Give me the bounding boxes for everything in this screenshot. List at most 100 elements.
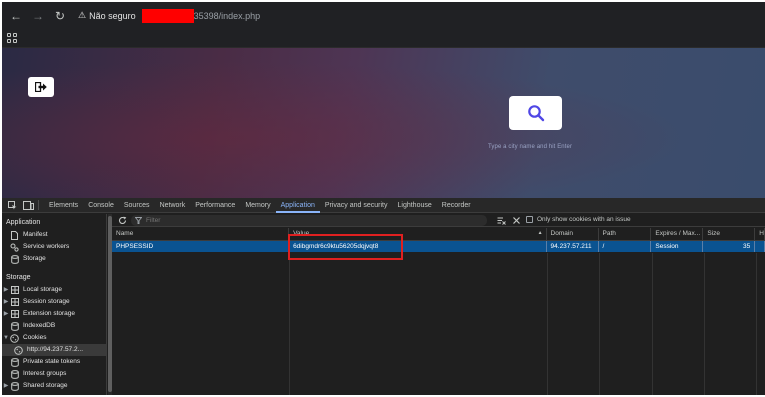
table-row[interactable]: PHPSESSID 6dibgmdr6c9ktu56205dqjvqt8 94.… xyxy=(112,240,765,252)
table-icon xyxy=(10,310,19,319)
column-name[interactable]: Name xyxy=(112,228,290,241)
reload-icon[interactable]: ↻ xyxy=(50,6,70,26)
expand-arrow-icon[interactable]: ▶ xyxy=(2,380,10,392)
column-divider xyxy=(756,253,757,395)
close-icon[interactable] xyxy=(511,215,521,226)
sidebar-item-cookies[interactable]: ▼ Cookies xyxy=(2,332,106,344)
filter-icon xyxy=(135,217,142,224)
tab-recorder[interactable]: Recorder xyxy=(437,198,476,213)
browser-window: ← → ↻ ⚠ Não seguro 35398/index.php Type … xyxy=(2,2,765,395)
sidebar-heading-application: Application xyxy=(6,219,41,226)
logout-button[interactable] xyxy=(28,77,54,97)
column-path[interactable]: Path xyxy=(598,228,652,241)
column-expires[interactable]: Expires / Max... xyxy=(650,228,704,241)
not-secure-label[interactable]: Não seguro xyxy=(89,11,136,21)
database-icon xyxy=(10,321,19,331)
sidebar-item-session-storage[interactable]: ▶ Session storage xyxy=(2,296,106,308)
sidebar-heading-storage: Storage xyxy=(6,274,31,281)
search-icon xyxy=(527,105,544,122)
database-icon xyxy=(10,357,19,367)
column-divider xyxy=(652,253,653,395)
cookie-expires[interactable]: Session xyxy=(650,240,704,252)
tab-separator xyxy=(38,200,39,210)
tab-privacy-security[interactable]: Privacy and security xyxy=(320,198,393,213)
tab-console[interactable]: Console xyxy=(83,198,119,213)
redacted-host xyxy=(141,8,194,23)
back-icon[interactable]: ← xyxy=(6,6,26,26)
sidebar-item-extension-storage[interactable]: ▶ Extension storage xyxy=(2,308,106,320)
sidebar-item-label: http://94.237.57.2... xyxy=(27,346,84,353)
sidebar-item-private-state-tokens[interactable]: Private state tokens xyxy=(2,356,106,368)
cookie-size[interactable]: 35 xyxy=(702,240,756,252)
sidebar-item-manifest[interactable]: Manifest xyxy=(2,229,106,241)
sidebar-item-local-storage[interactable]: ▶ Local storage xyxy=(2,284,106,296)
tab-elements[interactable]: Elements xyxy=(44,198,83,213)
column-divider xyxy=(704,253,705,395)
only-issues-label: Only show cookies with an issue xyxy=(537,216,631,223)
sidebar-item-indexeddb[interactable]: IndexedDB xyxy=(2,320,106,332)
file-icon xyxy=(10,230,19,240)
sidebar-item-shared-storage[interactable]: ▶ Shared storage xyxy=(2,380,106,392)
value-highlight-box xyxy=(288,234,403,260)
expand-arrow-icon[interactable]: ▶ xyxy=(2,296,10,308)
cookies-panel: Only show cookies with an issue Name Val… xyxy=(112,214,765,395)
table-header-row: Name Value ▲ Domain Path Expires / Max...… xyxy=(112,228,765,241)
tab-lighthouse[interactable]: Lighthouse xyxy=(393,198,437,213)
logout-icon xyxy=(35,82,47,92)
sidebar-item-label: Storage xyxy=(23,255,46,262)
cookie-icon xyxy=(10,333,19,343)
search-button[interactable] xyxy=(509,96,562,130)
cookie-domain[interactable]: 94.237.57.211 xyxy=(546,240,599,252)
cookie-icon xyxy=(14,345,23,355)
page-viewport: Type a city name and hit Enter xyxy=(2,48,765,198)
bookmarks-bar xyxy=(2,29,765,48)
url-field[interactable]: ⚠ Não seguro 35398/index.php xyxy=(78,8,261,23)
apps-grid-icon[interactable] xyxy=(7,33,17,43)
sidebar-item-label: Session storage xyxy=(23,298,70,305)
tab-network[interactable]: Network xyxy=(155,198,191,213)
sidebar-item-storage[interactable]: Storage xyxy=(2,253,106,265)
sidebar-item-label: Local storage xyxy=(23,286,63,293)
warning-icon[interactable]: ⚠ xyxy=(78,10,86,21)
database-icon xyxy=(10,381,19,391)
tab-sources[interactable]: Sources xyxy=(119,198,155,213)
cookie-name[interactable]: PHPSESSID xyxy=(112,240,290,252)
sidebar-item-service-workers[interactable]: Service workers xyxy=(2,241,106,253)
column-domain[interactable]: Domain xyxy=(546,228,599,241)
cookie-httponly[interactable] xyxy=(754,240,765,252)
table-icon xyxy=(10,298,19,307)
sidebar-item-label: IndexedDB xyxy=(23,322,56,329)
refresh-icon[interactable] xyxy=(116,215,128,226)
address-bar: ← → ↻ ⚠ Não seguro 35398/index.php xyxy=(2,2,765,29)
tab-application[interactable]: Application xyxy=(275,198,320,213)
only-issues-toggle[interactable]: Only show cookies with an issue xyxy=(526,216,631,223)
collapse-arrow-icon[interactable]: ▼ xyxy=(2,332,10,344)
table-icon xyxy=(10,286,19,295)
clear-filtered-icon[interactable] xyxy=(496,215,506,226)
forward-icon[interactable]: → xyxy=(28,6,48,26)
sidebar-item-label: Manifest xyxy=(23,231,48,238)
sidebar-item-label: Extension storage xyxy=(23,310,76,317)
expand-arrow-icon[interactable]: ▶ xyxy=(2,284,10,296)
sidebar-item-cookie-origin[interactable]: http://94.237.57.2... xyxy=(2,344,106,356)
only-issues-checkbox[interactable] xyxy=(526,216,533,223)
device-toolbar-icon[interactable] xyxy=(22,200,34,210)
database-icon xyxy=(10,254,19,264)
cookies-table: Name Value ▲ Domain Path Expires / Max...… xyxy=(112,228,765,252)
column-httponly[interactable]: H xyxy=(754,228,765,241)
tab-performance[interactable]: Performance xyxy=(190,198,240,213)
sidebar-item-label: Cookies xyxy=(23,334,47,341)
inspect-element-icon[interactable] xyxy=(6,200,18,210)
sort-ascending-icon: ▲ xyxy=(537,230,543,237)
expand-arrow-icon[interactable]: ▶ xyxy=(2,308,10,320)
filter-input[interactable] xyxy=(146,217,466,224)
column-divider xyxy=(547,253,548,395)
cookie-path[interactable]: / xyxy=(598,240,652,252)
column-size[interactable]: Size xyxy=(702,228,756,241)
tab-memory[interactable]: Memory xyxy=(240,198,275,213)
cookie-filter[interactable] xyxy=(131,215,487,226)
sidebar-item-label: Shared storage xyxy=(23,382,68,389)
url-path[interactable]: 35398/index.php xyxy=(194,11,261,21)
sidebar-item-interest-groups[interactable]: Interest groups xyxy=(2,368,106,380)
column-divider xyxy=(599,253,600,395)
